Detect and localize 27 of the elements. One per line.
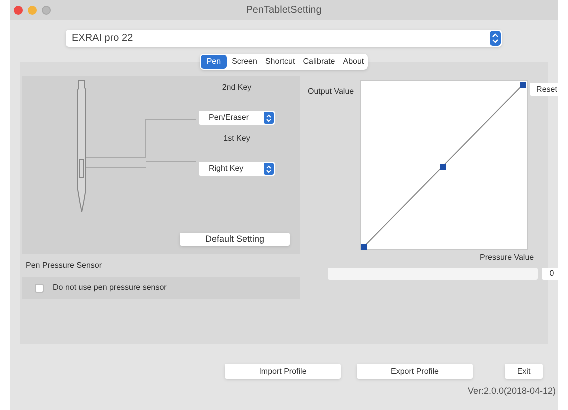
dropdown-arrows-icon bbox=[490, 31, 501, 46]
exit-button[interactable]: Exit bbox=[505, 364, 543, 379]
device-dropdown[interactable]: EXRAI pro 22 bbox=[66, 30, 502, 47]
checkbox[interactable] bbox=[35, 284, 44, 292]
dropdown-arrows-icon bbox=[264, 163, 274, 175]
close-icon[interactable] bbox=[14, 6, 23, 14]
key-label: 1st Key bbox=[224, 133, 250, 143]
version-text: Ver:2.0.0(2018-04-12) bbox=[468, 385, 556, 398]
tab[interactable]: Screen bbox=[229, 55, 260, 69]
zoom-icon[interactable] bbox=[42, 6, 51, 14]
key-dropdown[interactable]: Right Key bbox=[199, 162, 275, 176]
key-dropdown[interactable]: Pen/Eraser bbox=[199, 111, 275, 125]
import-profile-button[interactable]: Import Profile bbox=[225, 364, 341, 379]
axis-label: Output Value bbox=[308, 86, 354, 98]
dropdown-arrows-icon bbox=[264, 112, 274, 124]
tab[interactable]: Shortcut bbox=[262, 55, 298, 69]
section-title: Pen Pressure Sensor bbox=[26, 260, 104, 272]
axis-label: Pressure Value bbox=[480, 252, 534, 264]
checkbox-label: Do not use pen pressure sensor bbox=[53, 282, 167, 294]
export-profile-button[interactable]: Export Profile bbox=[357, 364, 473, 379]
default-setting-button[interactable]: Default Setting bbox=[180, 233, 290, 246]
tab[interactable]: Pen bbox=[200, 55, 228, 69]
window-title: PenTabletSetting bbox=[245, 4, 323, 18]
minimize-icon[interactable] bbox=[28, 6, 37, 14]
tab[interactable]: Calibrate bbox=[300, 55, 338, 69]
tab[interactable]: About bbox=[340, 55, 368, 69]
key-label: 2nd Key bbox=[222, 82, 252, 92]
